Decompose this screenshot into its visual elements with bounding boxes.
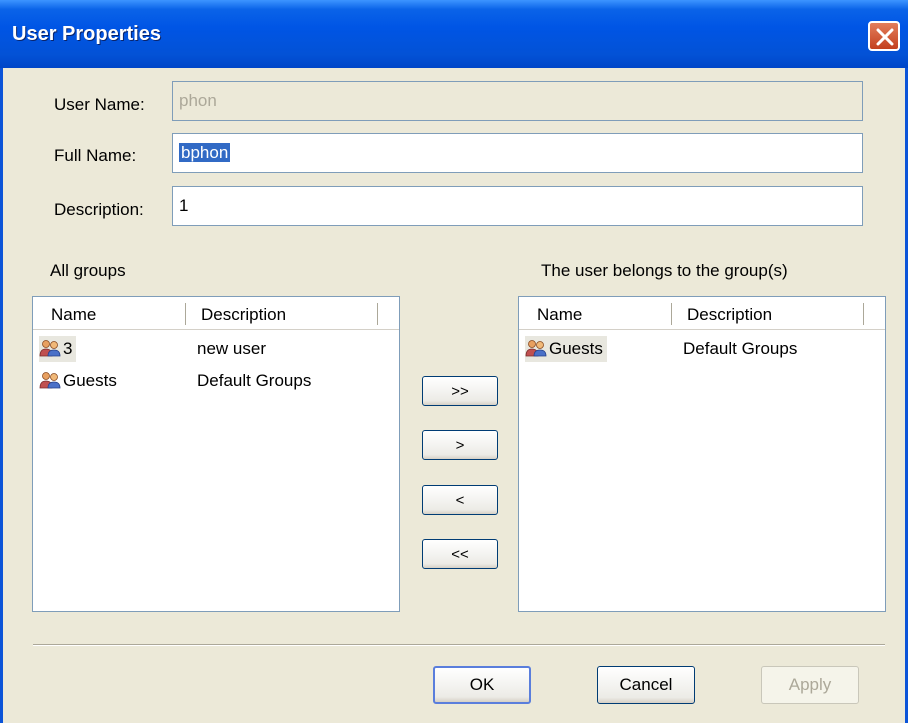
column-header-name[interactable]: Name — [537, 305, 582, 325]
add-button[interactable]: > — [422, 430, 498, 460]
description-field[interactable]: 1 — [172, 186, 863, 226]
group-icon — [39, 372, 61, 389]
list-item-name-cell: 3 — [39, 336, 77, 362]
remove-button[interactable]: < — [422, 485, 498, 515]
list-item-name-cell: Guests — [39, 368, 121, 394]
list-header: Name Description — [519, 297, 885, 330]
description-label: Description: — [54, 200, 144, 219]
all-groups-label: All groups — [50, 261, 126, 280]
list-item[interactable]: 3 new user — [39, 336, 389, 362]
column-divider[interactable] — [671, 303, 675, 325]
list-item-description: Default Groups — [197, 371, 312, 390]
close-button[interactable] — [868, 21, 900, 51]
group-icon — [39, 340, 61, 357]
list-item[interactable]: Guests Default Groups — [39, 368, 389, 394]
window-title: User Properties — [12, 23, 161, 45]
member-groups-label: The user belongs to the group(s) — [541, 261, 788, 280]
member-groups-list[interactable]: Name Description Guests Default Groups — [518, 296, 886, 612]
cancel-button[interactable]: Cancel — [597, 666, 695, 704]
column-header-name[interactable]: Name — [51, 305, 96, 325]
remove-all-button[interactable]: << — [422, 539, 498, 569]
close-icon — [876, 28, 894, 46]
window-frame-left — [0, 68, 3, 723]
footer-separator — [33, 644, 885, 646]
list-item-name: 3 — [63, 339, 73, 358]
list-item-name-cell: Guests — [525, 336, 607, 362]
list-item-name: Guests — [63, 371, 117, 390]
user-name-label: User Name: — [54, 95, 145, 114]
all-groups-list[interactable]: Name Description 3 new user Guests Defau… — [32, 296, 400, 612]
full-name-label: Full Name: — [54, 146, 137, 165]
ok-button[interactable]: OK — [433, 666, 531, 704]
list-item-description: Default Groups — [683, 339, 798, 358]
full-name-field[interactable]: bphon — [172, 133, 863, 173]
column-divider[interactable] — [185, 303, 189, 325]
list-item-description: new user — [197, 339, 266, 358]
list-item[interactable]: Guests Default Groups — [525, 336, 875, 362]
title-bar[interactable]: User Properties — [0, 0, 908, 68]
user-name-field: phon — [172, 81, 863, 121]
column-header-description[interactable]: Description — [687, 305, 772, 325]
list-header: Name Description — [33, 297, 399, 330]
apply-button: Apply — [761, 666, 859, 704]
full-name-value: bphon — [179, 143, 231, 162]
group-icon — [525, 340, 547, 357]
column-divider[interactable] — [377, 303, 381, 325]
column-divider[interactable] — [863, 303, 867, 325]
add-all-button[interactable]: >> — [422, 376, 498, 406]
list-item-name: Guests — [549, 339, 603, 358]
column-header-description[interactable]: Description — [201, 305, 286, 325]
